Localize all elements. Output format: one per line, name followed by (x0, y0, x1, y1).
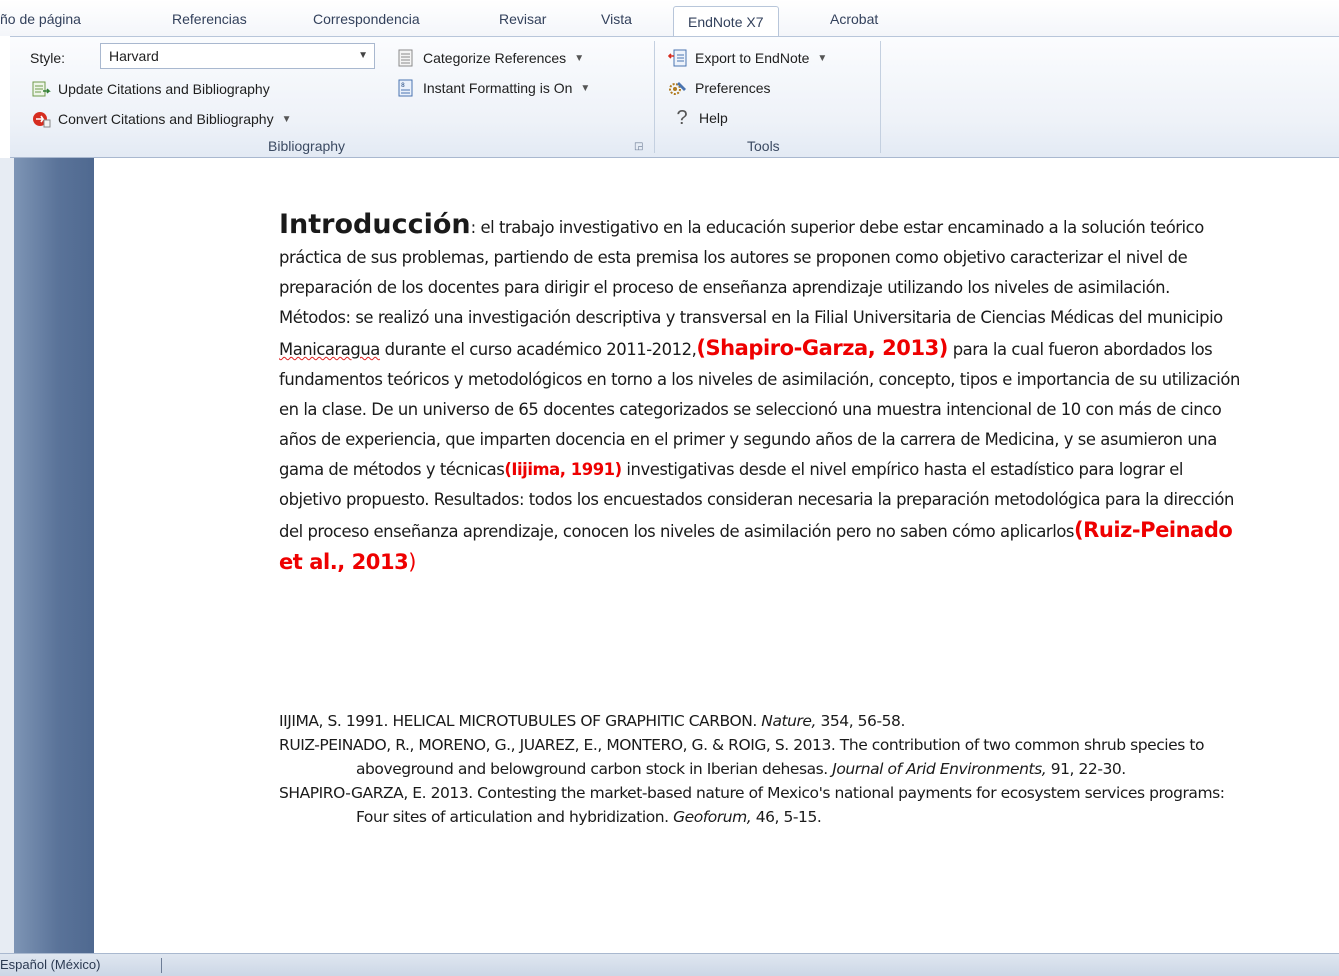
left-gutter (0, 158, 14, 953)
svg-text:8: 8 (401, 82, 405, 89)
help-icon: ? (676, 106, 688, 129)
ref-tail: 354, 56-58. (815, 712, 905, 730)
ref-text: IIJIMA, S. 1991. HELICAL MICROTUBULES OF… (279, 712, 762, 730)
preferences-label: Preferences (695, 80, 771, 96)
tools-group-label: Tools (747, 138, 780, 154)
chevron-down-icon: ▼ (817, 52, 828, 64)
update-citations-button[interactable]: Update Citations and Bibliography (30, 78, 270, 100)
style-label: Style: (30, 50, 66, 66)
heading-introduccion: Introducción (279, 209, 471, 240)
preferences-icon (667, 78, 689, 98)
body-text-2: durante el curso académico 2011-2012, (379, 340, 697, 359)
tab-acrobat[interactable]: Acrobat (830, 11, 878, 27)
ref-journal: Nature, (761, 712, 816, 730)
document-body[interactable]: Introducción: el trabajo investigativo e… (279, 210, 1244, 579)
ref-tail: 46, 5-15. (751, 808, 822, 826)
status-bar: Español (México) (0, 953, 1339, 976)
ref-journal: Journal of Arid Environments, (832, 760, 1047, 778)
left-margin-shade (14, 158, 94, 953)
convert-citations-button[interactable]: Convert Citations and Bibliography ▼ (30, 108, 291, 130)
preferences-button[interactable]: Preferences (667, 77, 770, 99)
tab-review[interactable]: Revisar (499, 11, 546, 27)
chevron-down-icon: ▼ (580, 82, 591, 94)
chevron-down-icon: ▼ (574, 52, 585, 64)
citation-shapiro-garza[interactable]: (Shapiro-Garza, 2013) (696, 336, 948, 360)
instant-formatting-label: Instant Formatting is On (423, 80, 573, 96)
tab-view[interactable]: Vista (601, 11, 632, 27)
convert-citations-icon (30, 109, 52, 129)
tab-page-layout[interactable]: ño de página (0, 11, 81, 27)
endnote-ribbon: Style: Harvard ▼ Update Citations and Bi… (10, 36, 1339, 158)
chevron-down-icon: ▼ (281, 113, 292, 125)
tab-endnote[interactable]: EndNote X7 (673, 6, 779, 36)
status-divider (161, 958, 162, 973)
categorize-label: Categorize References (423, 50, 567, 66)
update-citations-label: Update Citations and Bibliography (58, 81, 270, 97)
export-label: Export to EndNote (695, 50, 810, 66)
ref-tail: 91, 22-30. (1046, 760, 1127, 778)
citation-iijima[interactable]: (Iijima, 1991) (504, 460, 622, 479)
citation-close-paren: ) (408, 550, 417, 574)
ref-journal: Geoforum, (673, 808, 752, 826)
bibliography-list[interactable]: IIJIMA, S. 1991. HELICAL MICROTUBULES OF… (279, 709, 1239, 829)
language-indicator[interactable]: Español (México) (0, 957, 100, 972)
categorize-icon (395, 48, 417, 68)
instant-formatting-button[interactable]: 8 Instant Formatting is On ▼ (395, 77, 590, 99)
chevron-down-icon: ▼ (358, 50, 368, 61)
bibliography-entry: IIJIMA, S. 1991. HELICAL MICROTUBULES OF… (279, 709, 1239, 733)
group-divider (880, 41, 881, 153)
bibliography-entry: RUIZ-PEINADO, R., MORENO, G., JUAREZ, E.… (279, 733, 1239, 781)
tab-mailings[interactable]: Correspondencia (313, 11, 420, 27)
group-divider (654, 41, 655, 153)
tab-references[interactable]: Referencias (172, 11, 247, 27)
bibliography-entry: SHAPIRO-GARZA, E. 2013. Contesting the m… (279, 781, 1239, 829)
export-icon (667, 48, 689, 68)
style-dropdown[interactable]: Harvard ▼ (100, 43, 375, 69)
instant-formatting-icon: 8 (395, 78, 417, 98)
update-citations-icon (30, 79, 52, 99)
help-button[interactable]: ? Help (671, 106, 728, 129)
help-label: Help (699, 110, 728, 126)
export-to-endnote-button[interactable]: Export to EndNote ▼ (667, 47, 827, 69)
dialog-launcher-icon[interactable]: ◲ (634, 141, 643, 152)
bibliography-group-label: Bibliography (268, 138, 346, 154)
style-value: Harvard (109, 48, 159, 64)
ribbon-tab-bar: ño de página Referencias Correspondencia… (0, 0, 1339, 36)
categorize-references-button[interactable]: Categorize References ▼ (395, 47, 584, 69)
convert-citations-label: Convert Citations and Bibliography (58, 111, 274, 127)
spelling-flagged-word[interactable]: Manicaragua (279, 340, 380, 359)
body-text-3: para la cual fueron abordados los fundam… (279, 340, 1240, 479)
